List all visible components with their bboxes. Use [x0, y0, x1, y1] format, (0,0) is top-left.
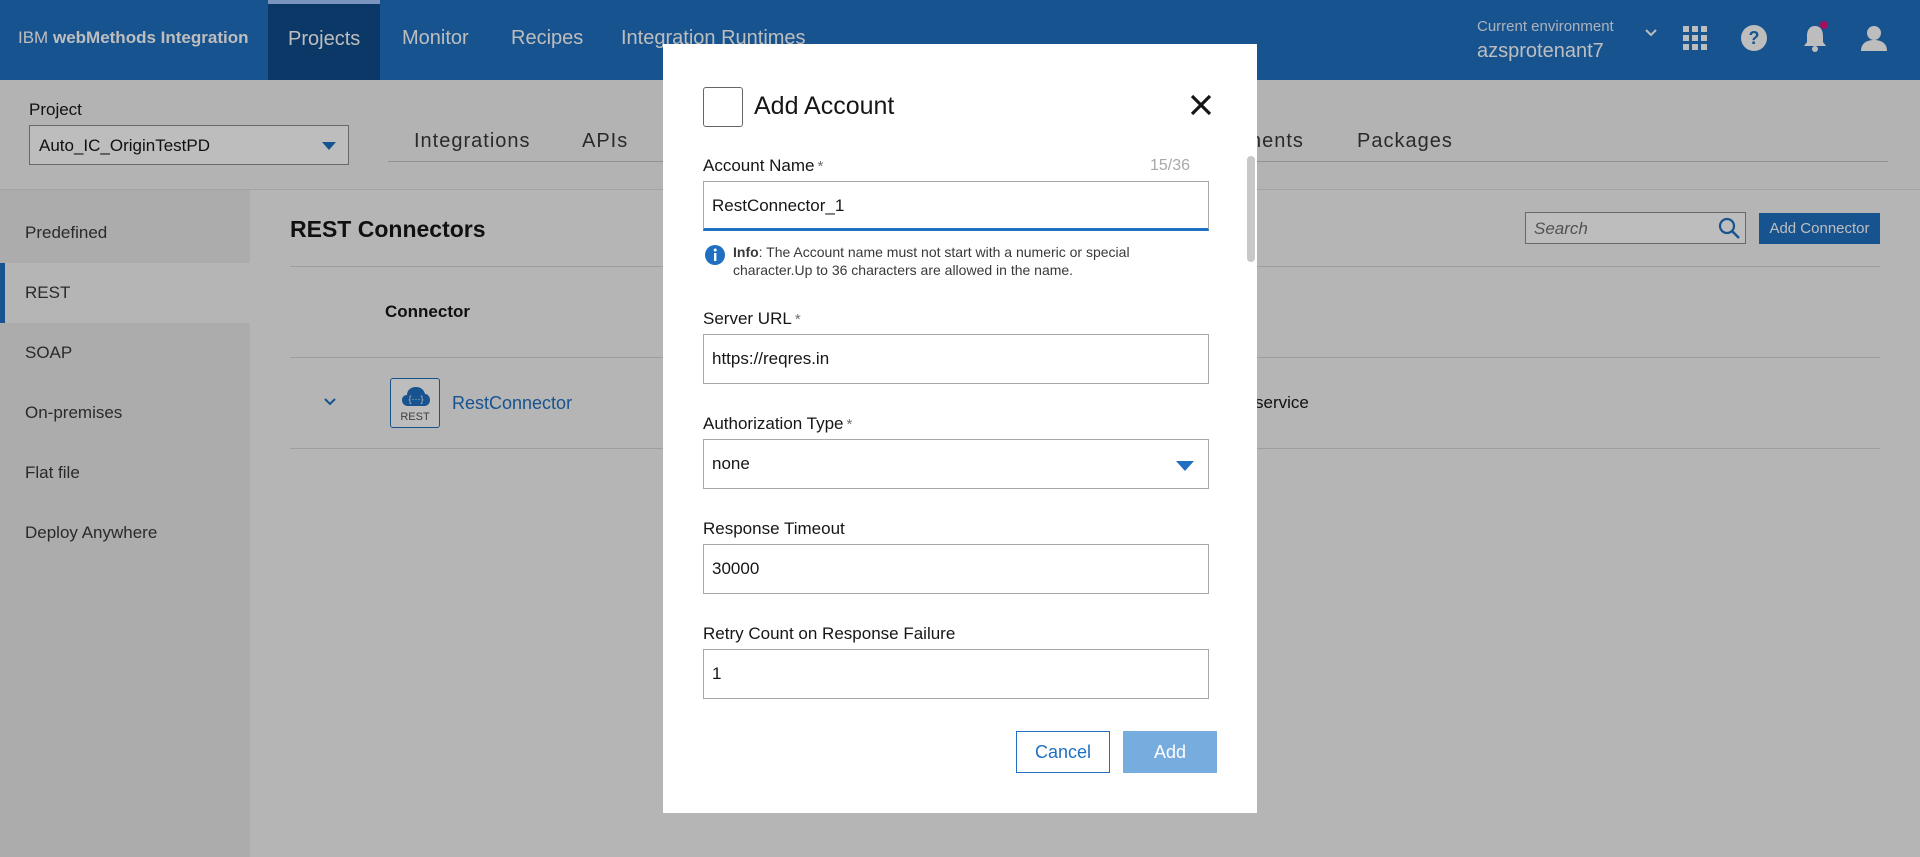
- close-icon[interactable]: [1188, 92, 1214, 118]
- character-counter: 15/36: [1150, 157, 1191, 174]
- auth-type-select[interactable]: none: [703, 439, 1209, 489]
- account-name-label: Account Name *: [703, 156, 823, 176]
- required-mark: *: [846, 416, 853, 433]
- required-mark: *: [817, 158, 824, 175]
- info-bold: Info: [733, 244, 759, 260]
- account-name-info: Info: The Account name must not start wi…: [733, 243, 1193, 279]
- required-mark: *: [794, 311, 801, 328]
- cancel-button[interactable]: Cancel: [1016, 731, 1110, 773]
- auth-type-label: Authorization Type *: [703, 414, 852, 434]
- auth-type-label-text: Authorization Type: [703, 414, 844, 433]
- retry-count-input[interactable]: 1: [703, 649, 1209, 699]
- dialog-checkbox[interactable]: [703, 87, 743, 127]
- response-timeout-label: Response Timeout: [703, 519, 845, 538]
- auth-type-value: none: [712, 454, 750, 473]
- server-url-input[interactable]: https://reqres.in: [703, 334, 1209, 384]
- dialog-scrollbar[interactable]: [1247, 156, 1255, 262]
- response-timeout-input[interactable]: 30000: [703, 544, 1209, 594]
- dialog-title: Add Account: [754, 92, 895, 120]
- account-name-label-text: Account Name: [703, 156, 815, 175]
- retry-count-label: Retry Count on Response Failure: [703, 624, 956, 643]
- account-name-input[interactable]: RestConnector_1: [703, 181, 1209, 231]
- caret-down-icon: [1176, 461, 1194, 471]
- server-url-label: Server URL *: [703, 309, 801, 329]
- info-icon: [705, 245, 725, 265]
- info-message: : The Account name must not start with a…: [733, 244, 1130, 278]
- add-account-dialog: Add Account Account Name * 15/36 RestConn…: [663, 44, 1257, 813]
- server-url-label-text: Server URL: [703, 309, 792, 328]
- add-button[interactable]: Add: [1123, 731, 1217, 773]
